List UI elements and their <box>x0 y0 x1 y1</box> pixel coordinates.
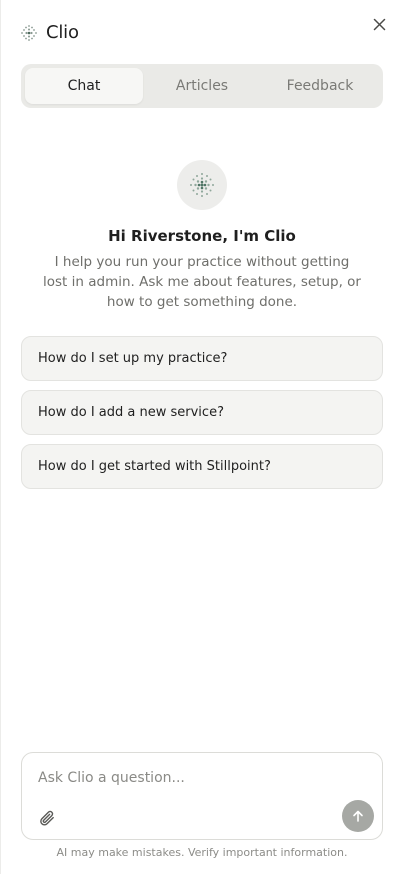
panel-header: Clio <box>1 0 402 64</box>
arrow-up-icon <box>353 810 363 822</box>
suggestion-set-up-practice[interactable]: How do I set up my practice? <box>21 336 383 381</box>
dotted-sphere-icon <box>21 24 37 41</box>
brand: Clio <box>20 22 79 43</box>
question-input[interactable] <box>38 767 358 789</box>
close-icon <box>373 18 385 30</box>
tab-feedback[interactable]: Feedback <box>261 68 379 104</box>
disclaimer-text: AI may make mistakes. Verify important i… <box>56 846 348 859</box>
tab-articles[interactable]: Articles <box>143 68 261 104</box>
paperclip-icon <box>40 810 54 826</box>
suggestion-add-service[interactable]: How do I add a new service? <box>21 390 383 435</box>
assistant-panel: Clio Chat Articles Feedback Hi Riverston… <box>0 0 402 874</box>
suggestion-get-started[interactable]: How do I get started with Stillpoint? <box>21 444 383 489</box>
tab-chat[interactable]: Chat <box>25 68 143 104</box>
suggestion-list: How do I set up my practice? How do I ad… <box>21 336 383 489</box>
greeting-heading: Hi Riverstone, I'm Clio <box>108 227 296 245</box>
brand-name: Clio <box>46 22 79 43</box>
dotted-sphere-icon <box>190 173 214 197</box>
message-composer <box>21 752 383 840</box>
assistant-avatar <box>177 160 227 210</box>
tab-bar: Chat Articles Feedback <box>21 64 383 108</box>
intro-text: I help you run your practice without get… <box>43 254 361 310</box>
close-button[interactable] <box>369 14 389 34</box>
send-button[interactable] <box>342 800 374 832</box>
attach-button[interactable] <box>36 807 58 829</box>
